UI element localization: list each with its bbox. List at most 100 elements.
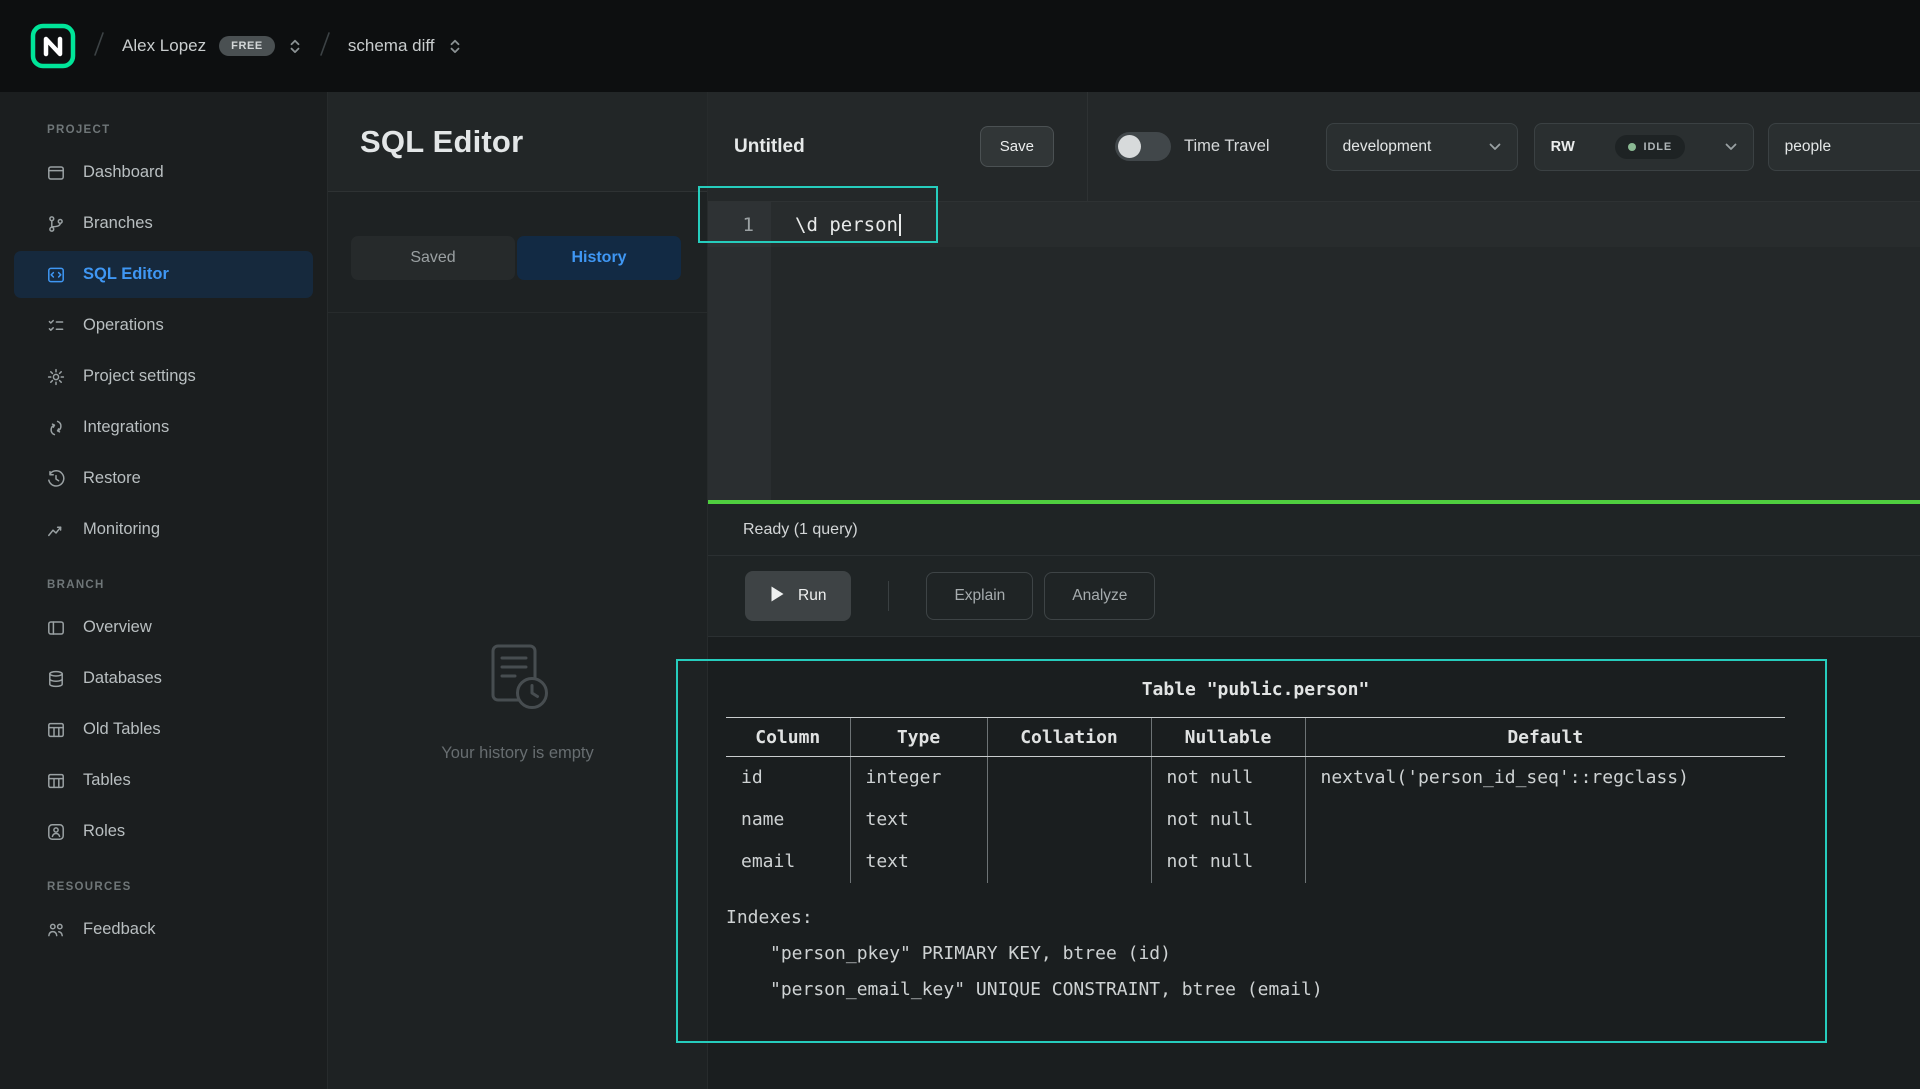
sidebar-item-label: Feedback <box>83 920 155 939</box>
sidebar-item-label: Project settings <box>83 367 196 386</box>
code-line[interactable]: 1 \d person <box>708 202 1920 247</box>
sidebar-item-label: Tables <box>83 771 131 790</box>
panel-header: SQL Editor <box>328 92 707 192</box>
table-icon <box>46 720 66 740</box>
time-travel-label: Time Travel <box>1184 137 1270 156</box>
results-column-header: Nullable <box>1151 718 1305 757</box>
sidebar-item-feedback[interactable]: Feedback <box>14 906 313 953</box>
breadcrumb-org[interactable]: Alex Lopez FREE <box>122 36 302 56</box>
feedback-icon <box>46 920 66 940</box>
run-button[interactable]: Run <box>745 571 851 621</box>
sidebar-section-label: RESOURCES <box>47 881 311 893</box>
tab-saved[interactable]: Saved <box>351 236 515 280</box>
sidebar-item-label: SQL Editor <box>83 265 169 284</box>
sidebar-item-project-settings[interactable]: Project settings <box>14 353 313 400</box>
neon-logo-icon[interactable] <box>30 23 76 69</box>
results-cell <box>987 841 1151 883</box>
chevron-updown-icon <box>448 38 462 55</box>
editor-header: Untitled Save Time Travel development RW… <box>708 92 1920 202</box>
code-editor[interactable]: 1 \d person <box>708 202 1920 500</box>
sidebar-item-restore[interactable]: Restore <box>14 455 313 502</box>
breadcrumb-project[interactable]: schema diff <box>348 36 462 56</box>
branches-icon <box>46 214 66 234</box>
results-pane: Table "public.person" ColumnTypeCollatio… <box>708 637 1920 1089</box>
time-travel-toggle[interactable] <box>1115 132 1171 161</box>
explain-button[interactable]: Explain <box>926 572 1033 620</box>
breadcrumb-slash <box>92 30 106 63</box>
results-column-header: Collation <box>987 718 1151 757</box>
sidebar-item-overview[interactable]: Overview <box>14 604 313 651</box>
database-dropdown[interactable]: people <box>1768 123 1920 171</box>
query-title-bar: Untitled Save <box>708 92 1088 201</box>
run-button-label: Run <box>798 587 826 605</box>
sql-editor-panel: SQL Editor Saved History Your history is… <box>328 92 708 1089</box>
compute-status-dropdown[interactable]: RW IDLE <box>1534 123 1754 171</box>
monitoring-icon <box>46 520 66 540</box>
query-title: Untitled <box>734 136 805 158</box>
toggle-knob <box>1118 135 1141 158</box>
results-cell <box>1305 841 1785 883</box>
saved-history-tabs: Saved History <box>351 236 681 280</box>
sidebar-item-old-tables[interactable]: Old Tables <box>14 706 313 753</box>
actions-divider <box>888 581 889 611</box>
indexes-label: Indexes: <box>726 900 1920 936</box>
sidebar-item-label: Roles <box>83 822 125 841</box>
sidebar-item-dashboard[interactable]: Dashboard <box>14 149 313 196</box>
results-cell: id <box>726 757 850 799</box>
results-table: ColumnTypeCollationNullableDefault idint… <box>726 717 1785 883</box>
analyze-button[interactable]: Analyze <box>1044 572 1155 620</box>
tab-history[interactable]: History <box>517 236 681 280</box>
editor-main: Untitled Save Time Travel development RW… <box>708 92 1920 1089</box>
results-cell <box>987 799 1151 841</box>
sidebar-item-databases[interactable]: Databases <box>14 655 313 702</box>
history-empty-icon <box>474 639 562 724</box>
results-table-title: Table "public.person" <box>726 679 1785 700</box>
editor-controls-bar: Time Travel development RW IDLE <box>1088 92 1920 201</box>
results-cell: text <box>850 799 987 841</box>
page-title: SQL Editor <box>360 124 523 160</box>
results-cell: not null <box>1151 841 1305 883</box>
sidebar-item-label: Branches <box>83 214 153 233</box>
overview-icon <box>46 618 66 638</box>
results-column-header: Column <box>726 718 850 757</box>
plan-badge: FREE <box>219 36 275 56</box>
tabs-wrap: Saved History <box>328 192 707 313</box>
sidebar-item-label: Overview <box>83 618 152 637</box>
status-dot-icon <box>1628 143 1636 151</box>
sidebar-item-monitoring[interactable]: Monitoring <box>14 506 313 553</box>
sidebar-item-tables[interactable]: Tables <box>14 757 313 804</box>
history-panel-body: Your history is empty <box>328 313 707 1089</box>
sidebar-item-label: Operations <box>83 316 164 335</box>
sidebar-section-label: BRANCH <box>47 579 311 591</box>
breadcrumb-slash <box>318 30 332 63</box>
restore-icon <box>46 469 66 489</box>
index-entry: "person_email_key" UNIQUE CONSTRAINT, bt… <box>726 972 1920 1008</box>
sidebar-item-branches[interactable]: Branches <box>14 200 313 247</box>
sidebar-item-roles[interactable]: Roles <box>14 808 313 855</box>
query-actions-row: Run Explain Analyze <box>708 556 1920 637</box>
sidebar-item-operations[interactable]: Operations <box>14 302 313 349</box>
history-empty-text: Your history is empty <box>441 744 594 763</box>
sidebar-item-label: Monitoring <box>83 520 160 539</box>
sidebar-section-label: PROJECT <box>47 124 311 136</box>
query-status-row: Ready (1 query) <box>708 504 1920 556</box>
sidebar-item-sql-editor[interactable]: SQL Editor <box>14 251 313 298</box>
database-icon <box>46 669 66 689</box>
operations-icon <box>46 316 66 336</box>
results-row: idintegernot nullnextval('person_id_seq'… <box>726 757 1785 799</box>
sidebar-item-integrations[interactable]: Integrations <box>14 404 313 451</box>
sidebar: PROJECT Dashboard Branches SQL Editor Operat… <box>0 92 328 1089</box>
gear-icon <box>46 367 66 387</box>
results-cell <box>987 757 1151 799</box>
sql-editor-icon <box>46 265 66 285</box>
app-root: Alex Lopez FREE schema diff PROJECT Dashb… <box>0 0 1920 1089</box>
rw-mode-label: RW <box>1551 139 1576 155</box>
compute-status-text: IDLE <box>1644 141 1673 153</box>
branch-dropdown[interactable]: development <box>1326 123 1518 171</box>
sidebar-item-label: Dashboard <box>83 163 164 182</box>
sidebar-item-label: Databases <box>83 669 162 688</box>
results-row: nametextnot null <box>726 799 1785 841</box>
results-header-row: ColumnTypeCollationNullableDefault <box>726 718 1785 757</box>
results-cell: not null <box>1151 799 1305 841</box>
save-button[interactable]: Save <box>980 126 1054 167</box>
